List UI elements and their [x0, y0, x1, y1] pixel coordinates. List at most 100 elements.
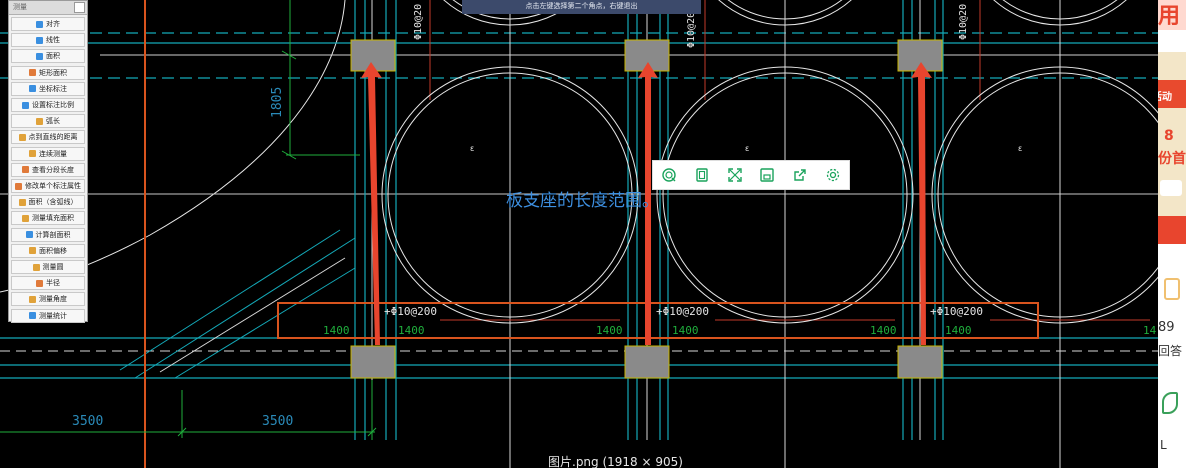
center-mark-3: ε [1018, 144, 1022, 153]
tool-item[interactable]: 设置标注比例 [11, 98, 85, 112]
tool-item-label: 计算剖面积 [35, 230, 71, 239]
tool-item-label: 测量填充面积 [32, 214, 74, 223]
tool-item-label: 点到直线的距离 [28, 133, 78, 142]
scale-icon [22, 101, 29, 109]
right-text-4: 份首 [1158, 151, 1186, 167]
tool-item[interactable]: 测量角度 [11, 292, 85, 307]
tool-item[interactable]: 矩形面积 [11, 65, 85, 80]
tool-item-label: 测量统计 [39, 311, 67, 320]
tool-item[interactable]: 连续测量 [11, 146, 85, 161]
image-caption: 图片.png (1918 × 905) [548, 455, 683, 468]
tool-item[interactable]: 计算剖面积 [11, 227, 85, 242]
copy-icon[interactable] [692, 165, 712, 185]
close-icon[interactable] [74, 2, 85, 13]
bottom-dim-2: 3500 [262, 414, 293, 429]
measure-panel: 测量 对齐线性面积矩形面积坐标标注设置标注比例 弧长点到直线的距离 连续测量查看分段… [8, 0, 88, 323]
share-icon[interactable] [790, 165, 810, 185]
tool-item-label: 查看分段长度 [32, 165, 74, 174]
diag-3 [159, 257, 346, 373]
fullscreen-icon[interactable] [725, 165, 745, 185]
arc-area-icon [18, 198, 26, 206]
diag-4 [174, 267, 356, 379]
point-line-icon [18, 133, 26, 141]
right-text-1: 用 [1158, 4, 1181, 29]
right-text-7: L [1160, 438, 1167, 452]
rect-area-icon [29, 69, 36, 77]
tool-item[interactable]: 半径 [11, 276, 85, 291]
tool-item[interactable]: 面积偏移 [11, 243, 85, 258]
tool-item-label: 线性 [46, 36, 60, 45]
continuous-icon [29, 150, 36, 158]
tool-item[interactable]: 查看分段长度 [11, 162, 85, 177]
tool-item[interactable]: 修改单个标注属性 [11, 179, 85, 193]
annotation-text: 板支座的长度范围。 [506, 191, 659, 211]
search-icon[interactable] [659, 165, 679, 185]
svg-text:1400: 1400 [596, 324, 623, 337]
center-mark-2: ε [745, 144, 749, 153]
dim-1400-row: 1400 1400 1400 1400 1400 1400 14 [323, 324, 1157, 337]
radius-icon [36, 279, 43, 287]
edit-dim-icon [15, 182, 22, 190]
tool-item-label: 半径 [46, 279, 60, 288]
tool-item[interactable]: 测量统计 [11, 308, 85, 323]
bottom-dim-1: 3500 [72, 414, 103, 429]
right-text-5: 89 [1158, 320, 1175, 335]
align-icon [36, 20, 43, 28]
coord-icon [29, 85, 36, 93]
tool-item-label: 对齐 [46, 20, 60, 28]
panel-title: 测量 [13, 3, 27, 11]
segment-icon [22, 166, 29, 174]
tool-item[interactable]: 面积 [11, 49, 85, 64]
tool-item[interactable]: 对齐 [11, 17, 85, 31]
offset-icon [29, 247, 36, 255]
tool-item-label: 面积 [46, 52, 60, 61]
diag-2 [134, 237, 356, 379]
svg-text:1400: 1400 [945, 324, 972, 337]
tool-item[interactable]: 坐标标注 [11, 81, 85, 96]
tool-item-label: 设置标注比例 [32, 101, 74, 109]
tool-item[interactable]: 点到直线的距离 [11, 130, 85, 145]
tool-item-label: 矩形面积 [39, 68, 67, 77]
svg-text:14: 14 [1143, 324, 1157, 337]
rebar-label-3: +Φ10@200 [930, 305, 983, 318]
rebar-label-1: +Φ10@200 [384, 305, 437, 318]
linear-icon [36, 36, 43, 44]
angle-icon [29, 295, 36, 303]
circle-icon [32, 263, 40, 271]
tool-item[interactable]: 线性 [11, 33, 85, 48]
svg-text:1400: 1400 [870, 324, 897, 337]
tool-item[interactable]: 面积（含弧线） [11, 195, 85, 210]
tool-item-label: 弧长 [46, 117, 60, 126]
settings-icon[interactable] [823, 165, 843, 185]
cad-viewer[interactable]: ε ε ε 1805 3500 3500 Φ10@20 Φ10@20 Φ10@2… [0, 0, 1186, 468]
tool-item-label: 测量圆 [42, 263, 64, 271]
tool-item-label: 连续测量 [39, 149, 67, 158]
floating-toolbar [652, 160, 850, 190]
right-text-6: 回答 [1158, 344, 1183, 358]
section-icon [25, 231, 33, 239]
vertical-dim-text: 1805 [270, 87, 285, 118]
tool-item-label: 修改单个标注属性 [25, 182, 81, 190]
panel-header: 测量 [9, 1, 87, 15]
rebar-label-2: +Φ10@200 [656, 305, 709, 318]
tool-item[interactable]: 弧长 [11, 114, 85, 129]
tool-item-label: 坐标标注 [39, 84, 67, 93]
right-text-2: 活动 [1158, 92, 1172, 103]
hint-banner: 点击左键选择第二个角点，右键退出 [462, 0, 701, 14]
top-rebar-label-3: Φ10@20 [958, 4, 969, 40]
tool-item[interactable]: 测量填充面积 [11, 211, 85, 226]
save-icon[interactable] [757, 165, 777, 185]
stats-icon [29, 312, 36, 320]
fill-area-icon [22, 214, 29, 222]
center-mark-1: ε [470, 144, 474, 153]
tool-item[interactable]: 测量圆 [11, 260, 85, 274]
top-rebar-label-2: Φ10@20 [686, 12, 697, 48]
diag-1 [119, 229, 341, 371]
white-grid-verticals [371, 0, 1061, 468]
svg-text:1400: 1400 [323, 324, 350, 337]
right-text-3: 8 [1164, 128, 1174, 144]
tool-item-label: 面积偏移 [39, 246, 67, 255]
cad-drawing[interactable]: ε ε ε 1805 3500 3500 Φ10@20 Φ10@20 Φ10@2… [0, 0, 1186, 468]
tool-item-label: 面积（含弧线） [28, 198, 78, 207]
top-rebar-label-1: Φ10@20 [413, 4, 424, 40]
